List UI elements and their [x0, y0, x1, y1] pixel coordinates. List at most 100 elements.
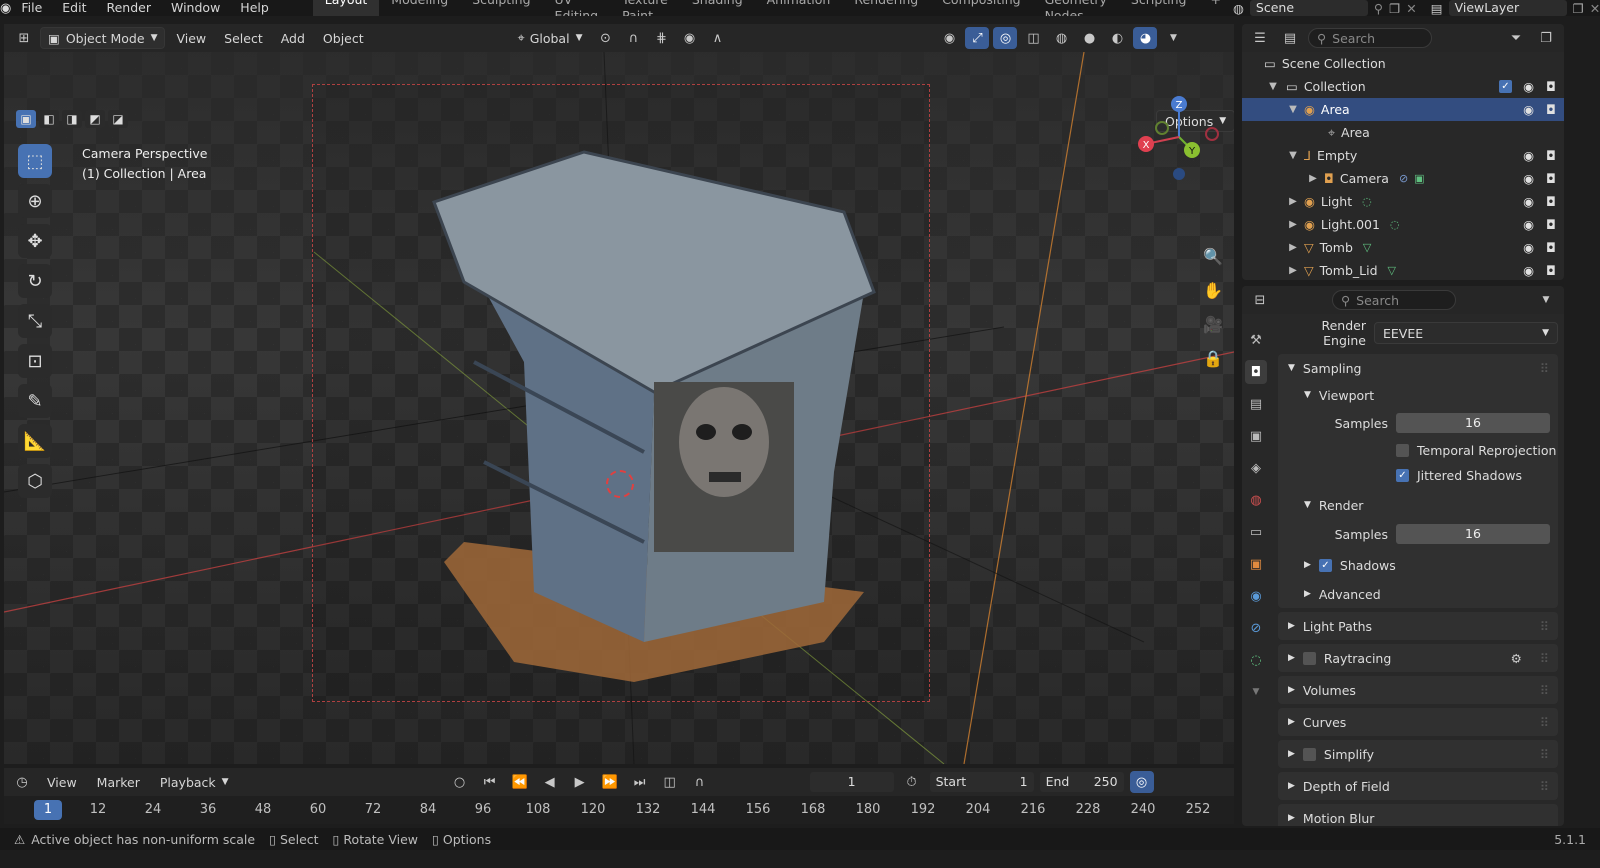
3d-cursor-icon[interactable]	[606, 470, 634, 498]
eye-icon[interactable]: ◉	[1523, 102, 1534, 117]
drag-handle-icon[interactable]: ⠿	[1540, 361, 1549, 376]
simplify-panel[interactable]: ▶ Simplify ⠿	[1278, 740, 1558, 768]
render-samples-field[interactable]: 16	[1396, 524, 1550, 544]
tool-tab-icon[interactable]: ⚒	[1245, 328, 1267, 352]
xray-icon[interactable]: ◫	[1021, 27, 1045, 49]
jump-keyframe-back-icon[interactable]: ⏪	[508, 771, 532, 793]
eye-icon[interactable]: ◉	[1523, 263, 1534, 278]
constraint-tab-icon[interactable]: ⊘	[1245, 616, 1267, 640]
collection-checkbox[interactable]: ✓	[1499, 80, 1512, 93]
camera-render-icon[interactable]: ◘	[1546, 194, 1556, 209]
wireframe-shading-icon[interactable]: ◍	[1049, 27, 1073, 49]
jittered-shadows-checkbox[interactable]: ✓	[1396, 469, 1409, 482]
tab-animation[interactable]: Animation	[755, 0, 843, 16]
select-intersect-icon[interactable]: ◪	[108, 110, 128, 128]
menu-view[interactable]: View	[169, 27, 213, 49]
outliner-row-camera[interactable]: ▶ ◘ Camera ⊘ ▣ ◉ ◘	[1242, 167, 1564, 190]
eye-icon[interactable]: ◉	[1523, 79, 1534, 94]
editor-type-icon[interactable]: ⊞	[12, 27, 36, 49]
collection-tab-icon[interactable]: ▭	[1245, 520, 1267, 544]
rotate-tool-icon[interactable]: ↻	[18, 264, 52, 298]
falloff-icon[interactable]: ∧	[705, 27, 729, 49]
data-tab-icon[interactable]: ◌	[1245, 648, 1267, 672]
select-extend-icon[interactable]: ◧	[39, 110, 59, 128]
motion-blur-panel[interactable]: ▶ Motion Blur	[1278, 804, 1558, 826]
add-cube-tool-icon[interactable]: ⬡	[18, 464, 52, 498]
camera-render-icon[interactable]: ◘	[1546, 240, 1556, 255]
eye-icon[interactable]: ◉	[1523, 240, 1534, 255]
chevron-down-icon[interactable]: ▼	[1245, 680, 1267, 704]
raytracing-panel[interactable]: ▶ Raytracing ⚙ ⠿	[1278, 644, 1558, 672]
outliner-row-area-data[interactable]: ⌖ Area	[1242, 121, 1564, 144]
simplify-checkbox[interactable]	[1302, 747, 1316, 761]
tab-scripting[interactable]: Scripting	[1119, 0, 1199, 16]
temporal-reprojection-row[interactable]: Temporal Reprojection	[1278, 438, 1558, 463]
measure-tool-icon[interactable]: 📐	[18, 424, 52, 458]
tab-compositing[interactable]: Compositing	[930, 0, 1032, 16]
overlay-icon[interactable]: ◎	[993, 27, 1018, 49]
outliner-scene-collection[interactable]: ▭ Scene Collection	[1242, 52, 1564, 75]
jump-start-icon[interactable]: ⏮	[478, 771, 502, 793]
chevron-right-icon[interactable]: ▶	[1286, 219, 1300, 230]
drag-handle-icon[interactable]: ⠿	[1540, 619, 1549, 634]
viewport-subpanel-header[interactable]: ▼ Viewport	[1278, 382, 1558, 408]
end-frame-field[interactable]: End 250	[1039, 772, 1124, 792]
chevron-right-icon[interactable]: ▶	[1306, 173, 1320, 184]
play-icon[interactable]: ▶	[568, 771, 592, 793]
outliner-row-light[interactable]: ▶ ◉ Light ◌ ◉ ◘	[1242, 190, 1564, 213]
object-mode-dropdown[interactable]: ▣ Object Mode ▼	[40, 27, 166, 49]
render-engine-dropdown[interactable]: EEVEE ▼	[1374, 322, 1558, 344]
output-tab-icon[interactable]: ▤	[1245, 392, 1267, 416]
new-view-layer-icon[interactable]: ❐	[1573, 1, 1584, 16]
pivot-point-icon[interactable]: ⊙	[593, 27, 617, 49]
snap-target-icon[interactable]: ⋕	[649, 27, 673, 49]
select-box-tool-icon[interactable]: ⬚	[18, 144, 52, 178]
gizmo-icon[interactable]: ⤢	[965, 27, 990, 49]
tab-rendering[interactable]: Rendering	[842, 0, 930, 16]
stopwatch-icon[interactable]: ⏱	[900, 771, 924, 793]
scene-icon[interactable]: ◍	[1233, 1, 1244, 16]
tab-geometry-nodes[interactable]: Geometry Nodes	[1033, 0, 1119, 16]
volumes-panel[interactable]: ▶ Volumes ⠿	[1278, 676, 1558, 704]
shadows-subpanel-header[interactable]: ▶ ✓ Shadows	[1278, 550, 1558, 580]
menu-file[interactable]: File	[11, 0, 52, 16]
eye-icon[interactable]: ◉	[1523, 217, 1534, 232]
new-scene-icon[interactable]: ❐	[1389, 1, 1400, 16]
outliner-row-empty[interactable]: ▼ ⅃ Empty ◉ ◘	[1242, 144, 1564, 167]
outliner-row-tomb-lid[interactable]: ▶ ▽ Tomb_Lid ▽ ◉ ◘	[1242, 259, 1564, 280]
physics-tab-icon[interactable]: ◉	[1245, 584, 1267, 608]
timeline-menu-view[interactable]: View	[40, 771, 84, 793]
shading-options-icon[interactable]: ▼	[1161, 27, 1185, 49]
jittered-shadows-row[interactable]: ✓ Jittered Shadows	[1278, 463, 1558, 488]
jump-end-icon[interactable]: ⏭	[628, 771, 652, 793]
menu-help[interactable]: Help	[230, 0, 279, 16]
chevron-down-icon[interactable]: ▼	[1266, 81, 1280, 92]
tab-texture-paint[interactable]: Texture Paint	[610, 0, 680, 16]
light-paths-panel[interactable]: ▶ Light Paths ⠿	[1278, 612, 1558, 640]
delete-scene-icon[interactable]: ✕	[1406, 1, 1416, 16]
curves-panel[interactable]: ▶ Curves ⠿	[1278, 708, 1558, 736]
menu-add[interactable]: Add	[274, 27, 312, 49]
chevron-right-icon[interactable]: ▶	[1286, 265, 1300, 276]
view-layer-field[interactable]: ViewLayer	[1448, 0, 1567, 16]
display-mode-icon[interactable]: ▤	[1278, 27, 1302, 49]
camera-view-icon[interactable]: 🎥	[1200, 312, 1226, 336]
3d-viewport[interactable]: ▣ ◧ ◨ ◩ ◪ Camera Perspective (1) Collect…	[4, 52, 1234, 764]
chevron-down-icon[interactable]: ▼	[1286, 104, 1300, 115]
camera-render-icon[interactable]: ◘	[1546, 148, 1556, 163]
camera-render-icon[interactable]: ◘	[1546, 171, 1556, 186]
drag-handle-icon[interactable]: ⠿	[1540, 715, 1549, 730]
chevron-down-icon[interactable]: ▼	[1534, 289, 1558, 311]
properties-search[interactable]: ⚲ Search	[1332, 290, 1456, 310]
pin-icon[interactable]: ⚲	[1374, 1, 1383, 16]
add-workspace-button[interactable]: +	[1199, 0, 1233, 16]
outliner-search[interactable]: ⚲ Search	[1308, 28, 1432, 48]
outliner-editor-icon[interactable]: ☰	[1248, 27, 1272, 49]
visibility-icon[interactable]: ◉	[937, 27, 961, 49]
move-tool-icon[interactable]: ✥	[18, 224, 52, 258]
eye-icon[interactable]: ◉	[1523, 171, 1534, 186]
timeline-ruler[interactable]: 1 12 24 36 48 60 72 84 96 108 120 132 14…	[4, 796, 1234, 824]
annotate-tool-icon[interactable]: ✎	[18, 384, 52, 418]
lock-icon[interactable]: 🔒	[1200, 346, 1226, 370]
snap-icon[interactable]: ∩	[621, 27, 645, 49]
